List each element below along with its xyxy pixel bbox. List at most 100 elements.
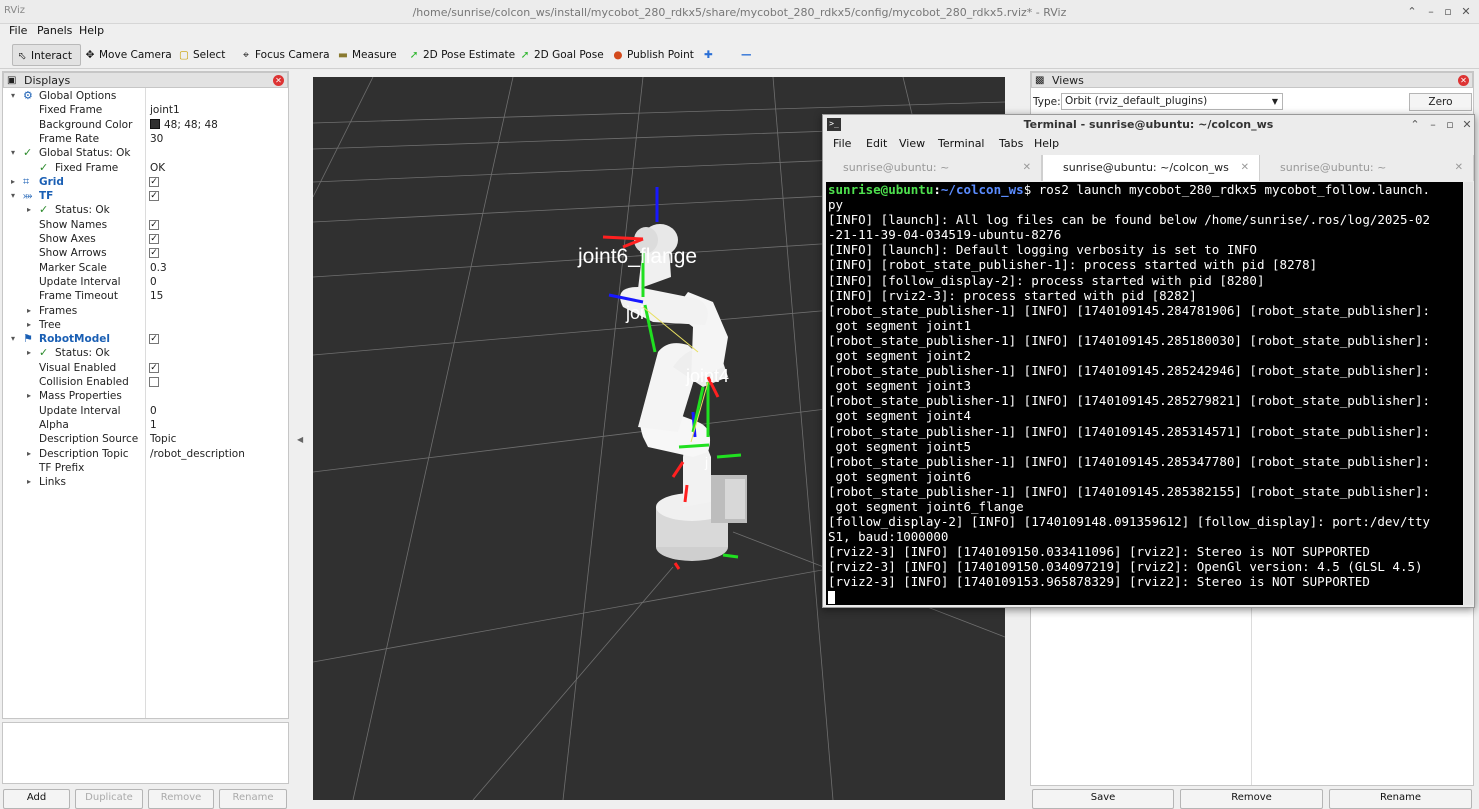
monitor-icon: ▣ — [7, 75, 17, 86]
goal-pose-tool[interactable]: ➚ 2D Goal Pose — [517, 44, 604, 66]
minimize-icon[interactable]: ⌃ — [1405, 5, 1419, 19]
maximize-icon[interactable]: ▫ — [1443, 118, 1457, 132]
property-name: Description Topic — [39, 447, 129, 460]
close-tab-icon[interactable]: ✕ — [1455, 155, 1463, 181]
menu-file[interactable]: File — [9, 24, 27, 37]
map-pin-icon: ● — [613, 49, 623, 61]
collapsed-arrow-icon[interactable]: ▸ — [27, 447, 31, 461]
term-menu-view[interactable]: View — [899, 137, 925, 150]
property-value[interactable]: OK — [150, 161, 165, 175]
checkbox[interactable]: ✓ — [149, 334, 159, 345]
pose-estimate-label: 2D Pose Estimate — [423, 49, 516, 61]
terminal-titlebar: >_ Terminal - sunrise@ubuntu: ~/colcon_w… — [823, 115, 1474, 135]
term-menu-terminal[interactable]: Terminal — [938, 137, 985, 150]
checkbox[interactable]: ✓ — [149, 234, 159, 244]
remove-display-button[interactable]: Remove — [148, 789, 214, 809]
remove-tool-icon[interactable]: — — [739, 44, 752, 66]
pose-estimate-tool[interactable]: ➚ 2D Pose Estimate — [406, 44, 516, 66]
close-tab-icon[interactable]: ✕ — [1023, 155, 1031, 181]
menu-help[interactable]: Help — [79, 24, 104, 37]
term-menu-help[interactable]: Help — [1034, 137, 1059, 150]
term-menu-edit[interactable]: Edit — [866, 137, 887, 150]
checkbox[interactable]: ✓ — [149, 362, 159, 373]
collapsed-arrow-icon[interactable]: ▸ — [27, 318, 31, 332]
duplicate-button[interactable]: Duplicate — [75, 789, 143, 809]
terminal-scrollbar[interactable] — [1464, 182, 1473, 605]
collapsed-arrow-icon[interactable]: ▸ — [11, 175, 15, 189]
rename-view-button[interactable]: Rename — [1329, 789, 1472, 809]
property-value[interactable]: 15 — [150, 289, 163, 303]
publish-point-tool[interactable]: ● Publish Point — [610, 44, 693, 66]
log-line: [INFO] [launch]: All log files can be fo… — [828, 212, 1431, 228]
property-value[interactable]: 0 — [150, 404, 157, 418]
interact-tool[interactable]: ⬁ Interact — [12, 44, 81, 66]
collapsed-arrow-icon[interactable]: ▸ — [27, 389, 31, 403]
close-icon[interactable]: ✕ — [1460, 118, 1474, 132]
checkbox[interactable]: ✓ — [149, 176, 159, 187]
expanded-arrow-icon[interactable]: ▾ — [11, 89, 15, 103]
terminal-menu: File Edit View Terminal Tabs Help — [823, 137, 1474, 153]
collapsed-arrow-icon[interactable]: ▸ — [27, 346, 31, 360]
status-ok-icon: ✓ — [39, 203, 49, 217]
checkbox[interactable]: ✓ — [149, 248, 159, 259]
minimize-icon[interactable]: ⌃ — [1408, 118, 1422, 132]
close-tab-icon[interactable]: ✕ — [1241, 155, 1249, 181]
checkbox[interactable]: ✓ — [149, 191, 159, 202]
collapse-icon[interactable]: – — [1426, 118, 1440, 132]
close-icon[interactable]: ✕ — [1459, 5, 1473, 19]
move-camera-tool[interactable]: ✥ Move Camera — [82, 44, 172, 66]
property-value[interactable]: 48; 48; 48 — [150, 118, 218, 132]
property-name: TF — [39, 190, 54, 203]
property-value[interactable]: 0.3 — [150, 261, 167, 275]
displays-header: ▣ Displays ✕ — [3, 72, 288, 88]
status-ok-icon: ✓ — [39, 160, 49, 174]
collapsed-arrow-icon[interactable]: ▸ — [27, 304, 31, 318]
collapse-panel-icon[interactable]: ◀ — [297, 435, 303, 444]
property-value[interactable]: 30 — [150, 132, 163, 146]
property-value[interactable]: Topic — [150, 432, 176, 446]
property-name: Status: Ok — [55, 204, 110, 217]
log-line: [rviz2-3] [INFO] [1740109153.965878329] … — [828, 574, 1370, 590]
log-lines: py [INFO] [launch]: All log files can be … — [828, 197, 1461, 589]
property-value[interactable]: 1 — [150, 418, 157, 432]
property-name: Collision Enabled — [39, 376, 129, 388]
term-menu-file[interactable]: File — [833, 137, 851, 150]
checkbox[interactable]: ✓ — [149, 219, 159, 230]
color-swatch[interactable] — [150, 118, 160, 129]
terminal-tab-active[interactable]: sunrise@ubuntu: ~/colcon_ws ✕ — [1042, 155, 1260, 181]
log-line: [robot_state_publisher-1] [INFO] [174010… — [828, 483, 1431, 499]
add-tool-icon[interactable]: ✚ — [702, 44, 713, 66]
measure-tool[interactable]: ▬ Measure — [335, 44, 397, 66]
property-value[interactable]: joint1 — [150, 103, 180, 117]
log-line: got segment joint6_flange — [828, 498, 1024, 514]
property-value[interactable]: /robot_description — [150, 447, 245, 461]
close-icon[interactable]: ✕ — [1458, 75, 1469, 86]
log-line: -21-11-39-04-034519-ubuntu-8276 — [828, 227, 1062, 243]
menu-panels[interactable]: Panels — [37, 24, 72, 37]
term-menu-tabs[interactable]: Tabs — [999, 137, 1023, 150]
collapsed-arrow-icon[interactable]: ▸ — [27, 475, 31, 489]
collapsed-arrow-icon[interactable]: ▸ — [27, 203, 31, 217]
maximize-icon[interactable]: ▫ — [1441, 5, 1455, 19]
expanded-arrow-icon[interactable]: ▾ — [11, 189, 15, 203]
goal-pose-label: 2D Goal Pose — [534, 49, 604, 61]
close-icon[interactable]: ✕ — [273, 75, 284, 86]
property-value[interactable]: 0 — [150, 275, 157, 289]
terminal-output[interactable]: sunrise@ubuntu:~/colcon_ws$ ros2 launch … — [826, 182, 1463, 605]
collapse-icon[interactable]: – — [1424, 5, 1438, 19]
focus-camera-tool[interactable]: ⌖ Focus Camera — [238, 44, 330, 66]
select-tool[interactable]: ▢ Select — [176, 44, 225, 66]
terminal-tab[interactable]: sunrise@ubuntu: ~ ✕ — [1260, 155, 1474, 181]
rename-display-button[interactable]: Rename — [219, 789, 287, 809]
terminal-tab[interactable]: sunrise@ubuntu: ~ ✕ — [823, 155, 1042, 181]
checkbox[interactable] — [149, 377, 159, 387]
zero-button[interactable]: Zero — [1409, 93, 1472, 111]
terminal-window[interactable]: >_ Terminal - sunrise@ubuntu: ~/colcon_w… — [822, 114, 1475, 608]
add-button[interactable]: Add — [3, 789, 70, 809]
expanded-arrow-icon[interactable]: ▾ — [11, 332, 15, 346]
expanded-arrow-icon[interactable]: ▾ — [11, 146, 15, 160]
log-line: [INFO] [rviz2-3]: process started with p… — [828, 287, 1197, 303]
view-type-select[interactable]: Orbit (rviz_default_plugins) ▼ — [1061, 93, 1283, 110]
remove-view-button[interactable]: Remove — [1180, 789, 1323, 809]
save-view-button[interactable]: Save — [1032, 789, 1174, 809]
